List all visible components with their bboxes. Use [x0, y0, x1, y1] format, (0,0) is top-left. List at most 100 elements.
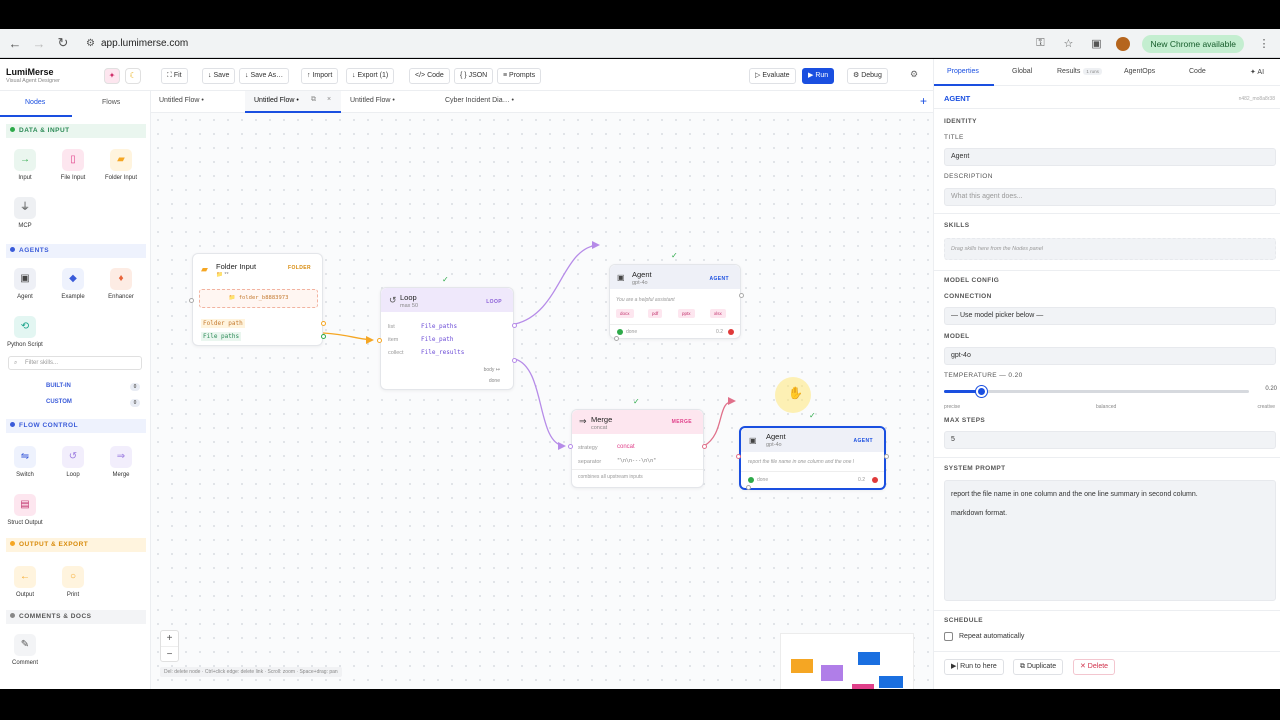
- tab-ai[interactable]: ✦ AI: [1250, 68, 1264, 76]
- section-data-input[interactable]: DATA & INPUT: [6, 124, 146, 138]
- edge-loop-merge[interactable]: [514, 358, 565, 447]
- palette-struct-output[interactable]: ▤ Struct Output: [2, 494, 48, 526]
- node-folder-input[interactable]: ▰ Folder Input 📁 ** FOLDER 📁 folder_b888…: [189, 253, 326, 346]
- theme-moon-icon[interactable]: ☾: [125, 68, 141, 84]
- back-icon[interactable]: ←: [6, 36, 24, 51]
- flow-tab-1[interactable]: Untitled Flow •: [159, 97, 204, 104]
- tab-results[interactable]: Results 1 runs: [1057, 68, 1102, 75]
- tab-global[interactable]: Global: [1012, 68, 1032, 75]
- json-button[interactable]: { } JSON: [454, 68, 494, 84]
- run-to-here-button[interactable]: ▶| Run to here: [944, 659, 1004, 675]
- palette-comment[interactable]: ✎ Comment: [2, 634, 48, 666]
- tab-nodes[interactable]: Nodes: [25, 99, 45, 106]
- palette-file-input[interactable]: ▯ File Input: [50, 149, 96, 181]
- output-port[interactable]: [702, 444, 707, 449]
- palette-agent[interactable]: ▣ Agent: [2, 268, 48, 300]
- skills-built-in[interactable]: BUILT-IN 0: [8, 383, 140, 391]
- palette-output[interactable]: ← Output: [2, 566, 48, 598]
- title-input[interactable]: Agent: [944, 148, 1276, 166]
- output-port[interactable]: [321, 334, 326, 339]
- max-steps-input[interactable]: 5: [944, 431, 1276, 449]
- prompts-button[interactable]: ≡ Prompts: [497, 68, 542, 84]
- new-chrome-badge[interactable]: New Chrome available: [1142, 34, 1244, 53]
- flow-tab-3[interactable]: Untitled Flow •: [350, 97, 395, 104]
- site-settings-icon[interactable]: ⚙: [86, 38, 95, 49]
- add-flow-tab-icon[interactable]: +: [920, 94, 927, 108]
- fit-button[interactable]: ⛶ Fit: [161, 68, 188, 84]
- input-port[interactable]: [189, 298, 194, 303]
- node-merge[interactable]: ⇒ Merge concat MERGE strategy concat sep…: [568, 409, 707, 488]
- bottom-port[interactable]: [746, 485, 751, 490]
- output-port[interactable]: [321, 321, 326, 326]
- password-key-icon[interactable]: ⚿: [1032, 37, 1048, 50]
- skill-filter-input[interactable]: ⌕ Filter skills...: [8, 356, 142, 370]
- address-bar[interactable]: ⚙ app.lumimerse.com: [86, 32, 188, 54]
- import-button[interactable]: ↑ Import: [301, 68, 339, 84]
- repeat-row[interactable]: Repeat automatically: [944, 632, 1024, 641]
- duplicate-tab-icon[interactable]: ⧉: [311, 96, 316, 104]
- tab-agentops[interactable]: AgentOps: [1124, 68, 1155, 75]
- palette-python-script[interactable]: ⟲ Python Script: [2, 316, 48, 348]
- debug-button[interactable]: ⚙ Debug: [847, 68, 888, 84]
- palette-enhancer[interactable]: ♦ Enhancer: [98, 268, 144, 300]
- palette-mcp[interactable]: ⏚ MCP: [2, 197, 48, 229]
- output-port[interactable]: [884, 454, 889, 459]
- edge-loop-agent1[interactable]: [514, 244, 599, 325]
- output-port[interactable]: [512, 358, 517, 363]
- bottom-port[interactable]: [614, 336, 619, 341]
- edge-folder-loop[interactable]: [322, 332, 373, 341]
- tab-flows[interactable]: Flows: [102, 99, 120, 106]
- flow-tab-2[interactable]: Untitled Flow •: [254, 97, 299, 104]
- output-port[interactable]: [512, 323, 517, 328]
- input-port[interactable]: [568, 444, 573, 449]
- flow-tab-4[interactable]: Cyber Incident Dia… •: [445, 97, 514, 104]
- chip-pptx[interactable]: pptx: [678, 309, 695, 318]
- description-input[interactable]: What this agent does...: [944, 188, 1276, 206]
- section-flow-control[interactable]: FLOW CONTROL: [6, 419, 146, 433]
- evaluate-button[interactable]: ▷ Evaluate: [749, 68, 796, 84]
- palette-folder-input[interactable]: ▰ Folder Input: [98, 149, 144, 181]
- save-button[interactable]: ↓ Save: [202, 68, 236, 84]
- repeat-checkbox[interactable]: [944, 632, 953, 641]
- slider-handle[interactable]: [975, 386, 987, 397]
- bookmark-star-icon[interactable]: ☆: [1060, 37, 1076, 50]
- palette-loop[interactable]: ↺ Loop: [50, 446, 96, 478]
- output-port[interactable]: [739, 293, 744, 298]
- flow-canvas[interactable]: ▰ Folder Input 📁 ** FOLDER 📁 folder_b888…: [151, 113, 933, 689]
- save-as-button[interactable]: ↓ Save As…: [239, 68, 290, 84]
- palette-input[interactable]: → Input: [2, 149, 48, 181]
- menu-kebab-icon[interactable]: ⋮: [1256, 37, 1272, 50]
- node-loop[interactable]: ↺ Loop max 50 LOOP list File_paths item …: [377, 287, 517, 390]
- palette-print[interactable]: ○ Print: [50, 566, 96, 598]
- code-button[interactable]: </> Code: [409, 68, 450, 84]
- palette-switch[interactable]: ⇋ Switch: [2, 446, 48, 478]
- reload-icon[interactable]: ↻: [54, 35, 72, 51]
- chip-docx[interactable]: docx: [616, 309, 634, 318]
- section-output-export[interactable]: OUTPUT & EXPORT: [6, 538, 146, 552]
- zoom-out-icon[interactable]: −: [161, 646, 178, 662]
- input-port[interactable]: [377, 338, 382, 343]
- export-button[interactable]: ↓ Export (1): [346, 68, 395, 84]
- pin-icon[interactable]: ✦: [104, 68, 120, 84]
- section-agents[interactable]: AGENTS: [6, 244, 146, 258]
- chip-pdf[interactable]: pdf: [648, 309, 663, 318]
- delete-button[interactable]: ✕ Delete: [1073, 659, 1116, 675]
- tab-properties[interactable]: Properties: [947, 68, 979, 75]
- section-comments-docs[interactable]: COMMENTS & DOCS: [6, 610, 146, 624]
- node-agent-2[interactable]: ▣ Agent gpt-4o AGENT report the file nam…: [736, 426, 889, 490]
- skills-custom[interactable]: CUSTOM 0: [8, 399, 140, 407]
- temperature-slider[interactable]: [944, 386, 1249, 397]
- cast-icon[interactable]: ▣: [1088, 37, 1104, 50]
- palette-example[interactable]: ◆ Example: [50, 268, 96, 300]
- tab-code[interactable]: Code: [1189, 68, 1206, 75]
- zoom-in-icon[interactable]: +: [161, 631, 178, 646]
- forward-icon[interactable]: →: [30, 36, 48, 51]
- minimap[interactable]: [780, 633, 914, 689]
- close-tab-icon[interactable]: ×: [327, 96, 331, 103]
- edge-merge-agent2[interactable]: [703, 400, 735, 447]
- duplicate-button[interactable]: ⧉ Duplicate: [1013, 659, 1064, 675]
- profile-avatar[interactable]: [1116, 36, 1131, 51]
- input-port[interactable]: [736, 454, 741, 459]
- connection-select[interactable]: — Use model picker below —: [944, 307, 1276, 325]
- settings-gear-icon[interactable]: ⚙: [910, 69, 918, 80]
